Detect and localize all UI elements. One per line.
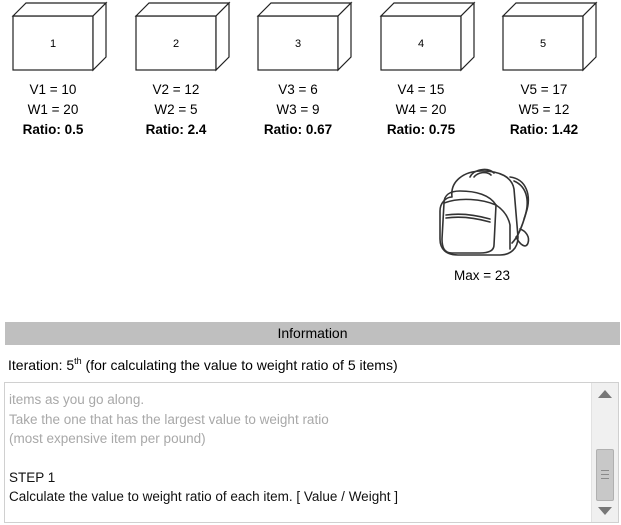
item-box-1: 1	[11, 1, 108, 72]
knapsack-max-capacity: Max = 23	[454, 268, 510, 283]
item-info-1: V1 = 10 W1 = 20 Ratio: 0.5	[3, 80, 103, 140]
box-top-face	[256, 2, 353, 17]
item-value: V1 = 10	[29, 82, 77, 97]
item-box-label: 5	[540, 38, 546, 50]
item-value: V3 = 6	[278, 82, 318, 97]
item-box-label: 2	[173, 38, 179, 50]
iteration-prefix: Iteration: 5	[8, 357, 75, 373]
item-info-3: V3 = 6 W3 = 9 Ratio: 0.67	[248, 80, 348, 140]
iteration-suffix: (for calculating the value to weight rat…	[81, 357, 398, 373]
box-top-face	[501, 2, 598, 17]
item-info-4: V4 = 15 W4 = 20 Ratio: 0.75	[371, 80, 471, 140]
item-info-5: V5 = 17 W5 = 12 Ratio: 1.42	[494, 80, 594, 140]
item-weight: W2 = 5	[154, 102, 198, 117]
box-top-face	[11, 2, 108, 17]
item-weight: W5 = 12	[518, 102, 570, 117]
iteration-superscript: th	[74, 356, 82, 366]
faded-text-line: Take the one that has the largest value …	[9, 411, 329, 427]
item-box-4: 4	[379, 1, 476, 72]
item-weight: W1 = 20	[27, 102, 79, 117]
item-ratio: Ratio: 1.42	[509, 122, 579, 137]
scroll-thumb[interactable]	[596, 449, 614, 501]
box-top-face	[134, 2, 231, 17]
step-title: STEP 1	[9, 469, 56, 485]
faded-text-line: items as you go along.	[9, 392, 145, 407]
iteration-label: Iteration: 5th (for calculating the valu…	[8, 356, 398, 374]
grip-line	[601, 470, 609, 471]
faded-text-line: (most expensive item per pound)	[9, 431, 206, 446]
vertical-scrollbar[interactable]	[591, 383, 618, 522]
backpack-icon	[439, 168, 530, 256]
item-box-5: 5	[501, 1, 598, 72]
grip-line	[601, 478, 609, 479]
scroll-up-button[interactable]	[592, 383, 618, 405]
scroll-down-arrow-icon	[598, 507, 612, 515]
item-box-label: 4	[418, 38, 424, 50]
item-box-3: 3	[256, 1, 353, 72]
item-boxes: 1 2 3 4 5	[11, 1, 598, 72]
item-ratio: Ratio: 2.4	[145, 122, 207, 137]
item-info-2: V2 = 12 W2 = 5 Ratio: 2.4	[126, 80, 226, 140]
item-ratio: Ratio: 0.5	[22, 122, 84, 137]
grip-line	[601, 474, 609, 475]
item-box-label: 1	[50, 38, 56, 50]
item-ratio: Ratio: 0.67	[263, 122, 333, 137]
step-text: Calculate the value to weight ratio of e…	[9, 489, 398, 504]
box-top-face	[379, 2, 476, 17]
information-text-area[interactable]: items as you go along. Take the one that…	[4, 382, 619, 523]
item-weight: W4 = 20	[395, 102, 447, 117]
item-value: V4 = 15	[397, 82, 445, 97]
item-value: V2 = 12	[152, 82, 200, 97]
scroll-up-arrow-icon	[598, 390, 612, 398]
item-value: V5 = 17	[520, 82, 568, 97]
information-text-content: items as you go along. Take the one that…	[9, 390, 589, 507]
item-ratio: Ratio: 0.75	[386, 122, 456, 137]
item-box-2: 2	[134, 1, 231, 72]
scroll-down-button[interactable]	[592, 500, 618, 522]
item-weight: W3 = 9	[276, 102, 320, 117]
item-box-label: 3	[295, 38, 301, 50]
information-header: Information	[5, 322, 620, 345]
